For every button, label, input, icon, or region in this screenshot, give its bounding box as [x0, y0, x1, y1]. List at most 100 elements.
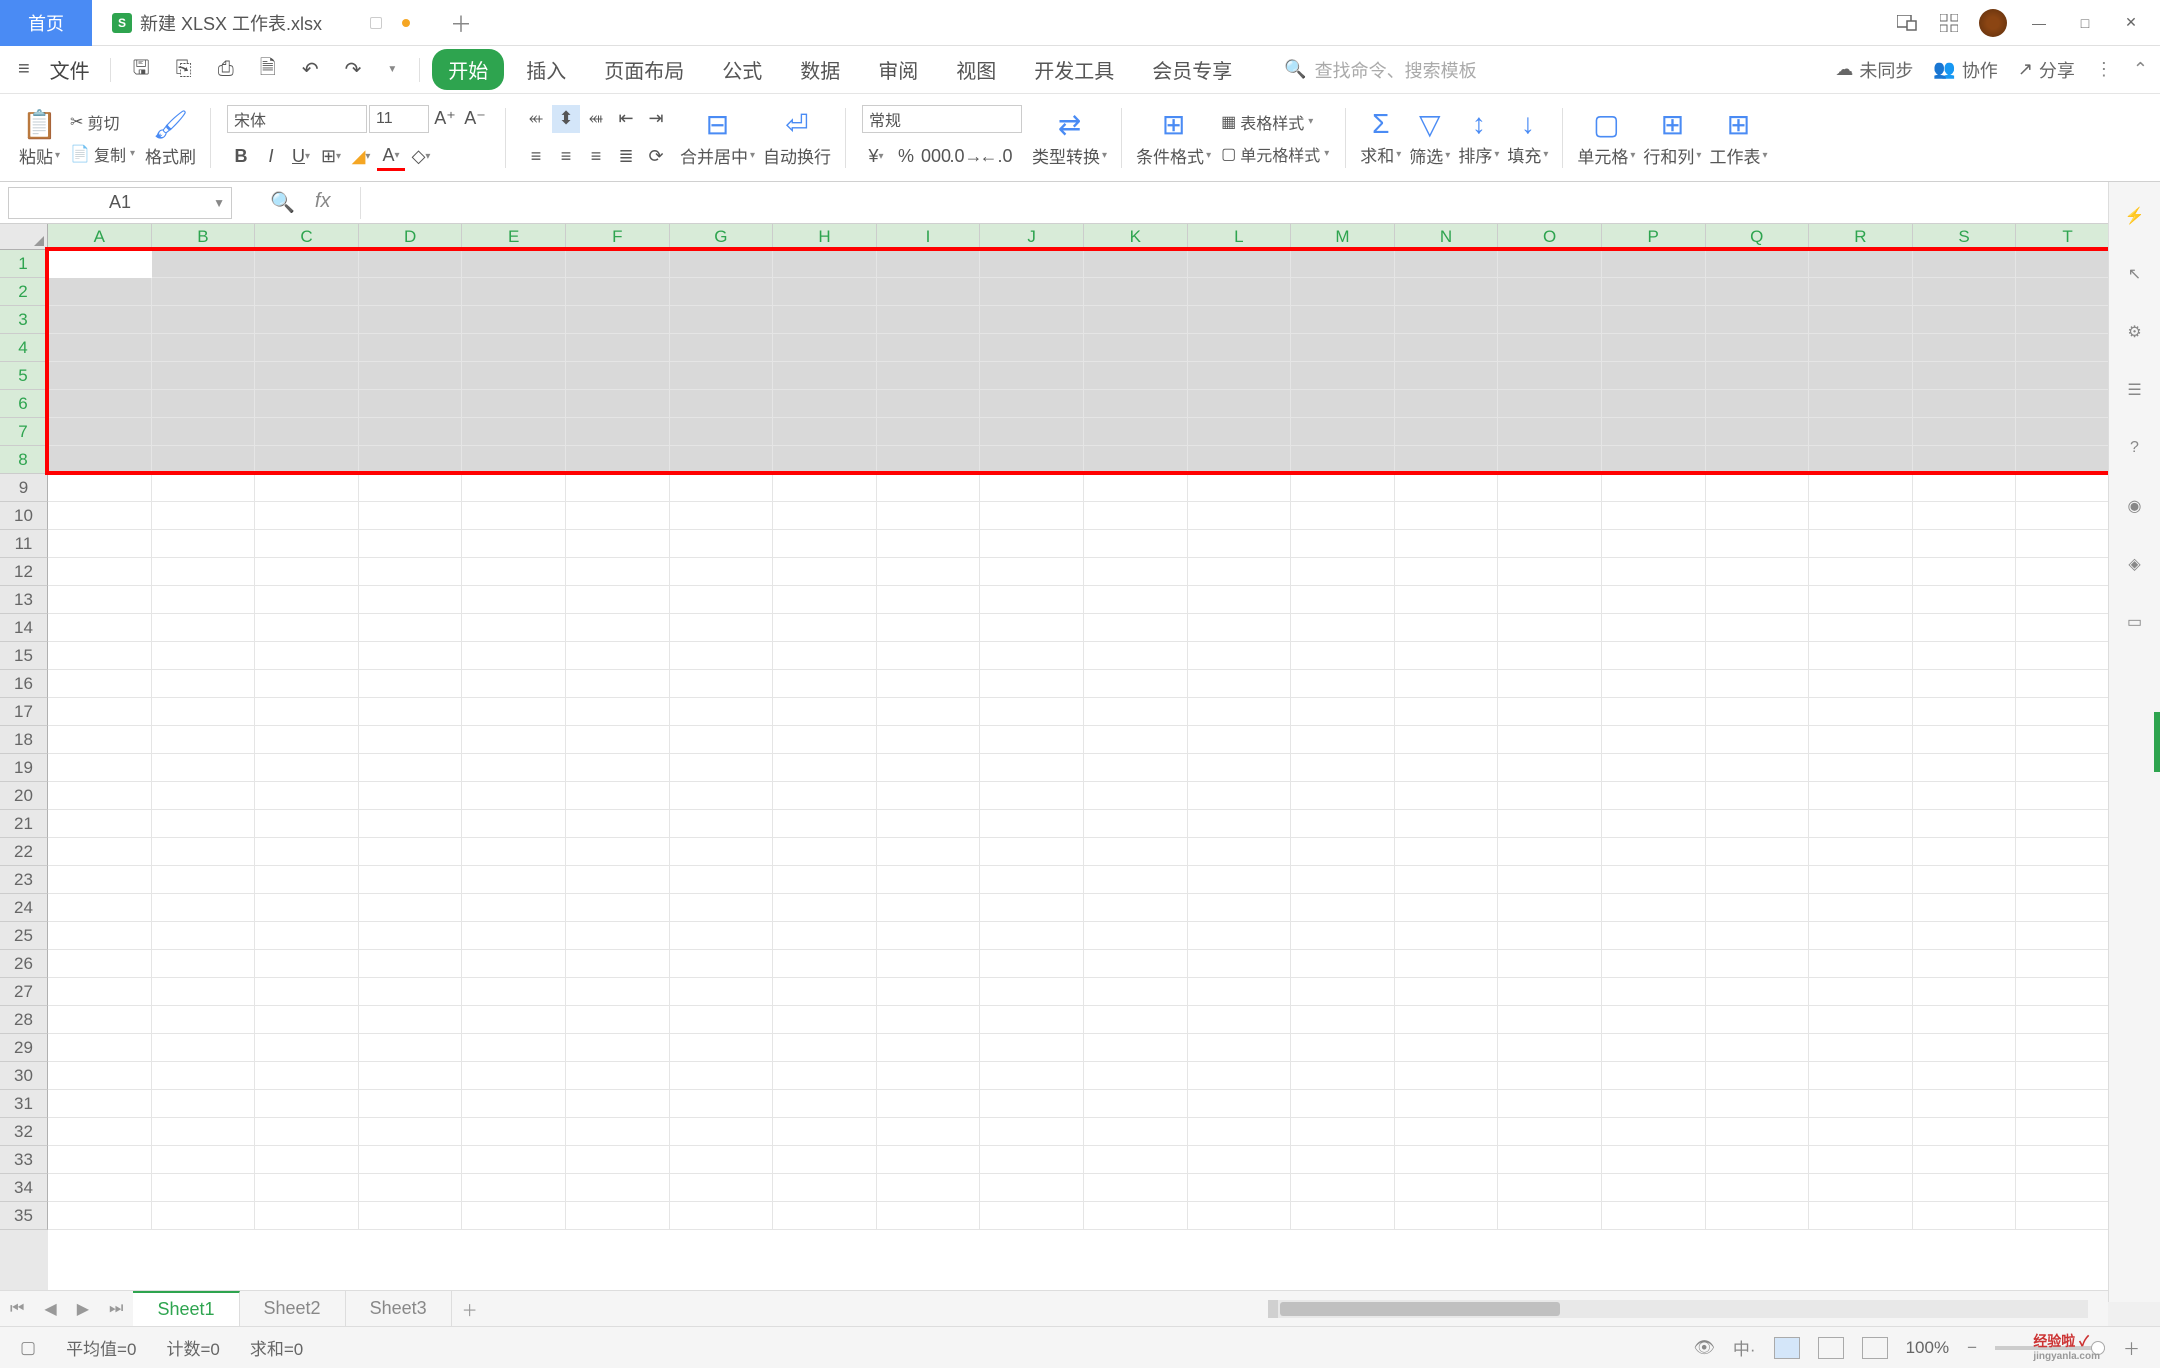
cell[interactable] — [152, 1034, 256, 1061]
cell[interactable] — [48, 278, 152, 305]
cell[interactable] — [1084, 1006, 1188, 1033]
cell[interactable] — [1188, 390, 1292, 417]
cell[interactable] — [152, 866, 256, 893]
cell[interactable] — [773, 838, 877, 865]
cell[interactable] — [1913, 362, 2017, 389]
cell[interactable] — [566, 530, 670, 557]
cell[interactable] — [1706, 1090, 1810, 1117]
cell[interactable] — [1913, 1146, 2017, 1173]
cell[interactable] — [773, 502, 877, 529]
cell[interactable] — [877, 1118, 981, 1145]
cell[interactable] — [1291, 334, 1395, 361]
sheet-nav-next-icon[interactable]: ▶ — [67, 1299, 99, 1319]
cell[interactable] — [1809, 1034, 1913, 1061]
cell[interactable] — [980, 894, 1084, 921]
cell[interactable] — [462, 250, 566, 277]
cell[interactable] — [773, 726, 877, 753]
cell[interactable] — [773, 698, 877, 725]
cell[interactable] — [1706, 362, 1810, 389]
column-header[interactable]: N — [1395, 224, 1499, 250]
cell[interactable] — [670, 614, 774, 641]
cell[interactable] — [1291, 1034, 1395, 1061]
row-header[interactable]: 8 — [0, 446, 48, 474]
cell[interactable] — [1188, 1118, 1292, 1145]
cell[interactable] — [462, 446, 566, 473]
cell[interactable] — [980, 530, 1084, 557]
cell[interactable] — [1395, 362, 1499, 389]
align-left-icon[interactable]: ≡ — [522, 143, 550, 171]
cell[interactable] — [1498, 1006, 1602, 1033]
cell[interactable] — [359, 418, 463, 445]
cell[interactable] — [670, 754, 774, 781]
cell[interactable] — [152, 1202, 256, 1229]
cell[interactable] — [255, 1090, 359, 1117]
font-select[interactable] — [227, 105, 367, 133]
cell[interactable] — [1706, 586, 1810, 613]
cell[interactable] — [670, 558, 774, 585]
cell[interactable] — [670, 530, 774, 557]
cell[interactable] — [1913, 306, 2017, 333]
cell[interactable] — [152, 1146, 256, 1173]
column-header[interactable]: P — [1602, 224, 1706, 250]
cell[interactable] — [152, 614, 256, 641]
cell[interactable] — [1809, 1006, 1913, 1033]
cell[interactable] — [255, 250, 359, 277]
cell[interactable] — [773, 1090, 877, 1117]
cells-area[interactable] — [48, 250, 2120, 1296]
cell[interactable] — [255, 782, 359, 809]
cell[interactable] — [1498, 278, 1602, 305]
cell[interactable] — [773, 1118, 877, 1145]
zoom-in-icon[interactable]: ＋ — [2123, 1335, 2140, 1360]
cell[interactable] — [255, 586, 359, 613]
cell[interactable] — [255, 698, 359, 725]
row-header[interactable]: 2 — [0, 278, 48, 306]
cell[interactable] — [1291, 1006, 1395, 1033]
cell[interactable] — [462, 334, 566, 361]
cell[interactable] — [152, 670, 256, 697]
cell[interactable] — [1809, 782, 1913, 809]
cell[interactable] — [1913, 250, 2017, 277]
cell[interactable] — [359, 502, 463, 529]
cell[interactable] — [877, 306, 981, 333]
cell[interactable] — [1706, 614, 1810, 641]
cell[interactable] — [1602, 1062, 1706, 1089]
cell[interactable] — [2016, 1062, 2120, 1089]
cell[interactable] — [1498, 418, 1602, 445]
cell[interactable] — [1395, 1006, 1499, 1033]
cell[interactable] — [1084, 614, 1188, 641]
cell[interactable] — [1602, 670, 1706, 697]
cell[interactable] — [1188, 530, 1292, 557]
cell[interactable] — [670, 922, 774, 949]
cell[interactable] — [566, 754, 670, 781]
cell[interactable] — [1498, 502, 1602, 529]
cell[interactable] — [255, 810, 359, 837]
cell[interactable] — [1291, 978, 1395, 1005]
cell[interactable] — [670, 726, 774, 753]
cell[interactable] — [980, 278, 1084, 305]
cell[interactable] — [1809, 1146, 1913, 1173]
cell[interactable] — [359, 1174, 463, 1201]
cell[interactable] — [48, 894, 152, 921]
cell[interactable] — [1084, 334, 1188, 361]
collab-button[interactable]: 👥协作 — [1933, 57, 1997, 83]
cell[interactable] — [152, 334, 256, 361]
cell[interactable] — [1913, 726, 2017, 753]
undo-icon[interactable]: ↶ — [292, 57, 329, 82]
apps-grid-icon[interactable] — [1937, 11, 1961, 35]
cell[interactable] — [1291, 726, 1395, 753]
cell[interactable] — [1809, 250, 1913, 277]
cell[interactable] — [48, 1118, 152, 1145]
cell[interactable] — [566, 614, 670, 641]
cell[interactable] — [2016, 362, 2120, 389]
cell[interactable] — [152, 810, 256, 837]
cell[interactable] — [1291, 278, 1395, 305]
cell[interactable] — [1188, 418, 1292, 445]
cell[interactable] — [48, 558, 152, 585]
cell[interactable] — [773, 754, 877, 781]
cell[interactable] — [1809, 642, 1913, 669]
cell[interactable] — [255, 1006, 359, 1033]
select-icon[interactable]: ↖ — [2121, 260, 2149, 288]
cell[interactable] — [255, 614, 359, 641]
cell[interactable] — [1291, 502, 1395, 529]
cell[interactable] — [255, 306, 359, 333]
